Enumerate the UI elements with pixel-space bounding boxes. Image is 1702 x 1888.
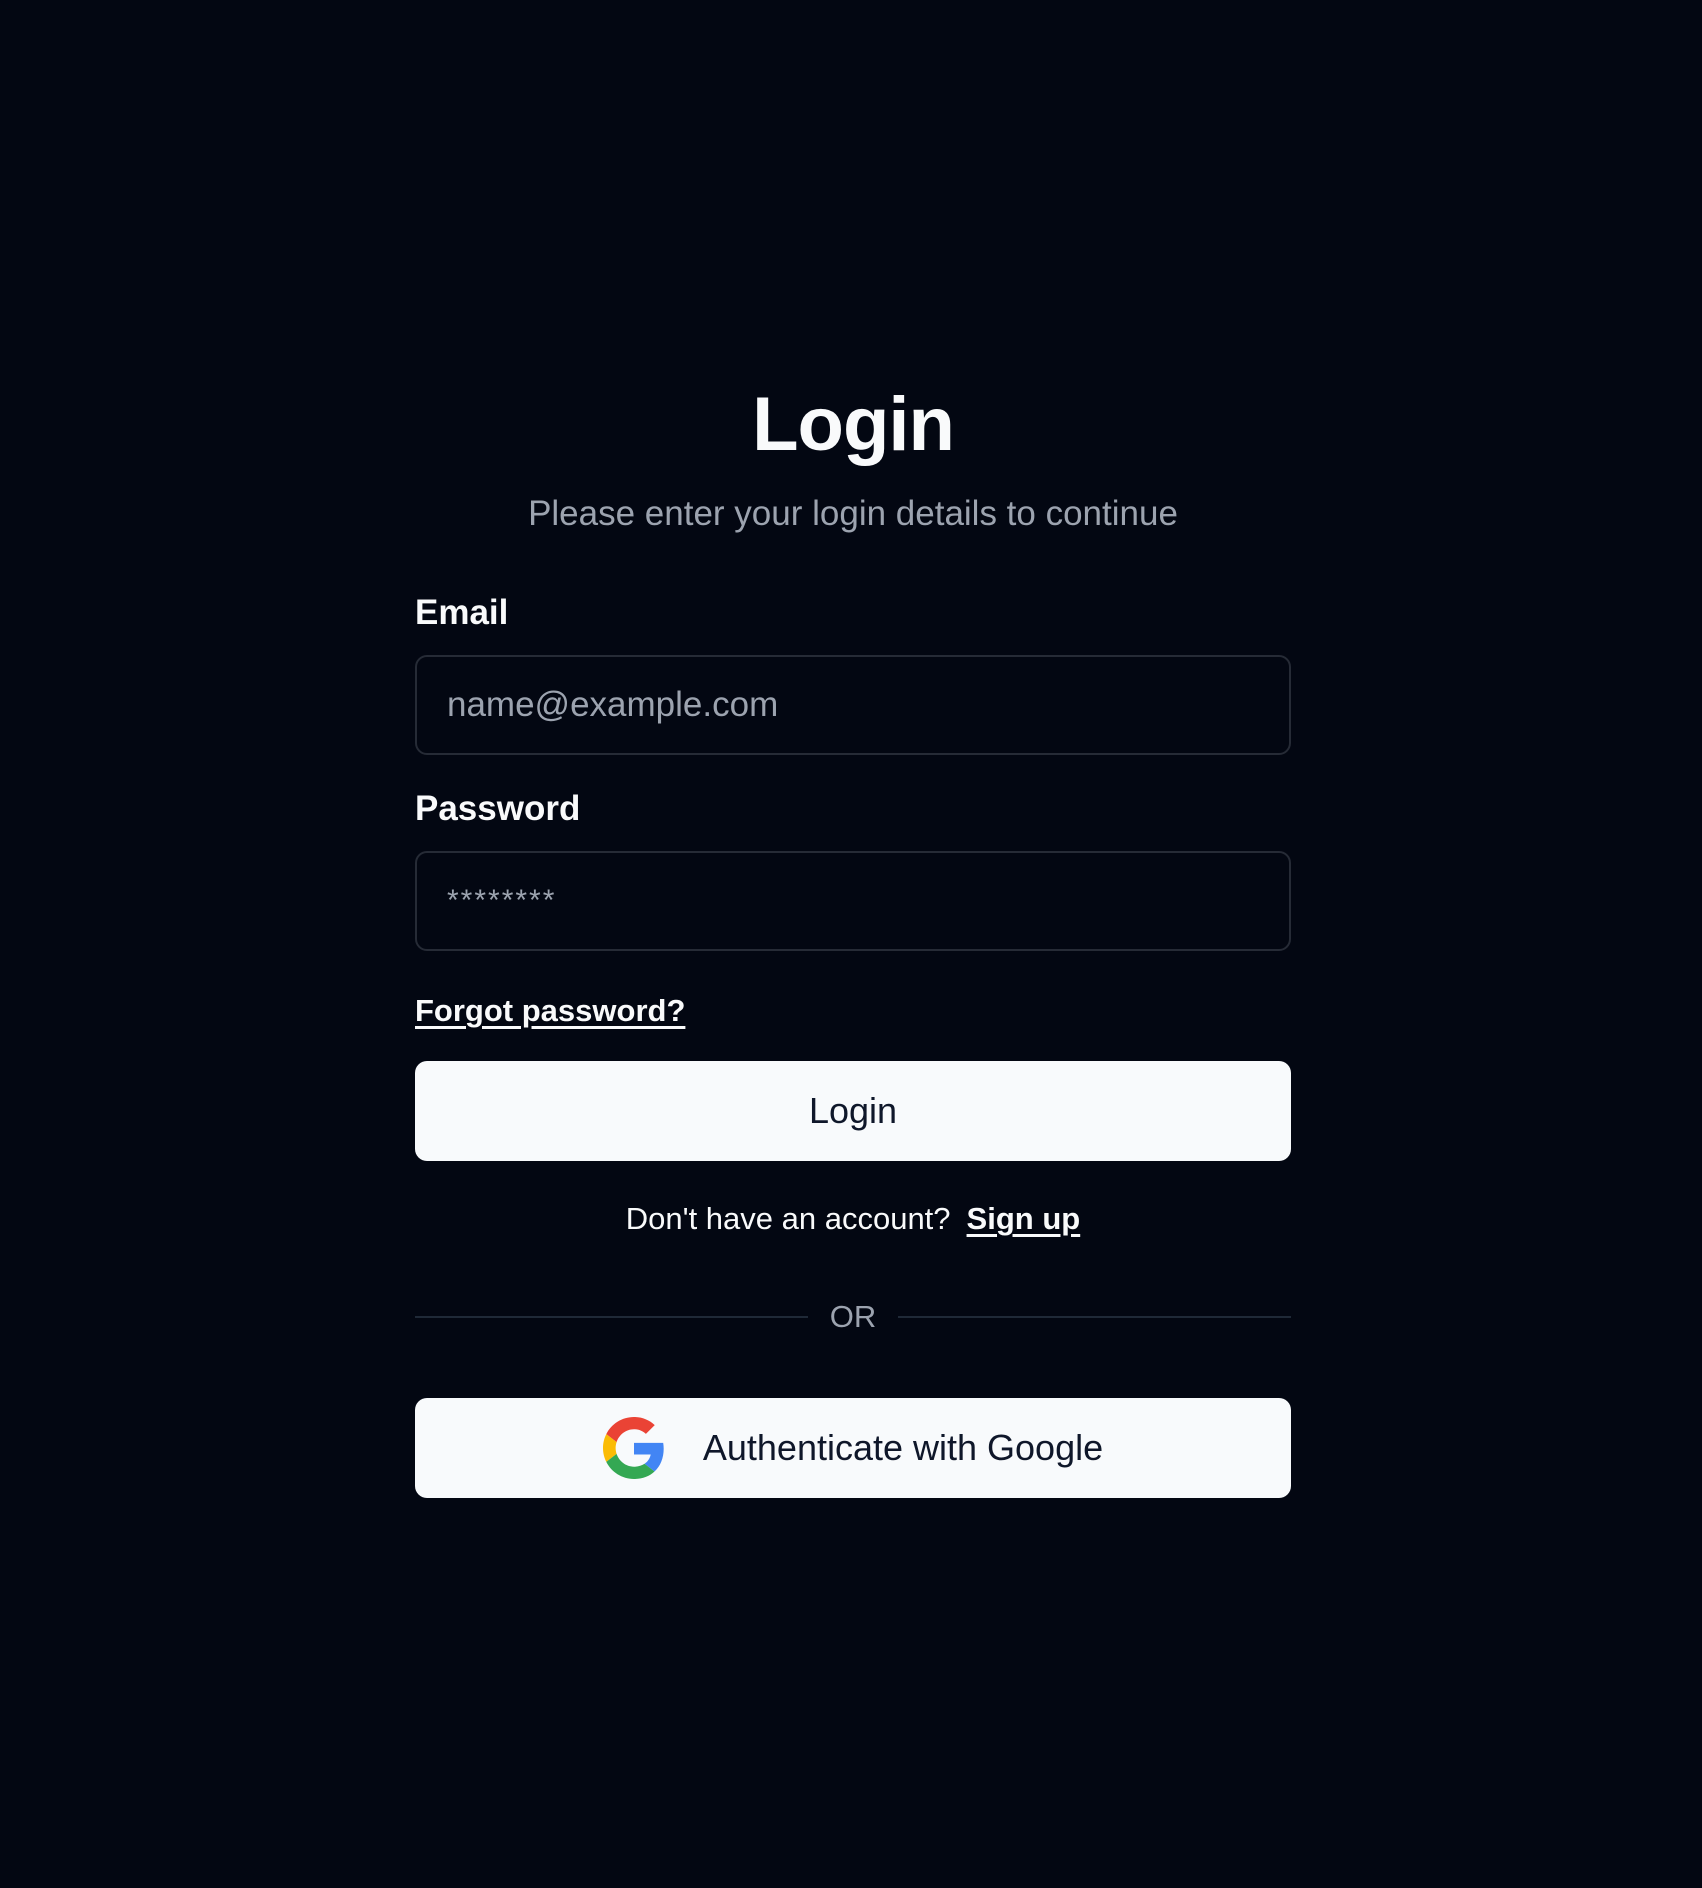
signup-row: Don't have an account? Sign up bbox=[415, 1199, 1291, 1239]
divider-line-right bbox=[898, 1316, 1291, 1318]
login-form-container: Login Please enter your login details to… bbox=[415, 380, 1291, 1498]
email-field[interactable]: name@example.com bbox=[415, 655, 1291, 755]
or-divider: OR bbox=[415, 1297, 1291, 1337]
forgot-password-link[interactable]: Forgot password? bbox=[415, 991, 685, 1031]
page-title: Login bbox=[752, 382, 955, 467]
google-button-label: Authenticate with Google bbox=[702, 1427, 1104, 1468]
google-auth-button[interactable]: Authenticate with Google bbox=[415, 1398, 1291, 1498]
login-button-label: Login bbox=[808, 1090, 898, 1131]
email-placeholder: name@example.com bbox=[447, 685, 779, 724]
password-label: Password bbox=[415, 789, 581, 828]
divider-line-left bbox=[415, 1316, 808, 1318]
login-button[interactable]: Login bbox=[415, 1061, 1291, 1161]
google-icon bbox=[602, 1417, 664, 1479]
signup-link[interactable]: Sign up bbox=[967, 1201, 1081, 1236]
signup-prompt: Don't have an account? bbox=[625, 1201, 951, 1236]
divider-label: OR bbox=[829, 1299, 877, 1334]
password-placeholder: ******** bbox=[447, 884, 557, 917]
email-label: Email bbox=[415, 593, 509, 632]
page-subtitle: Please enter your login details to conti… bbox=[528, 494, 1178, 533]
password-field[interactable]: ******** bbox=[415, 851, 1291, 951]
